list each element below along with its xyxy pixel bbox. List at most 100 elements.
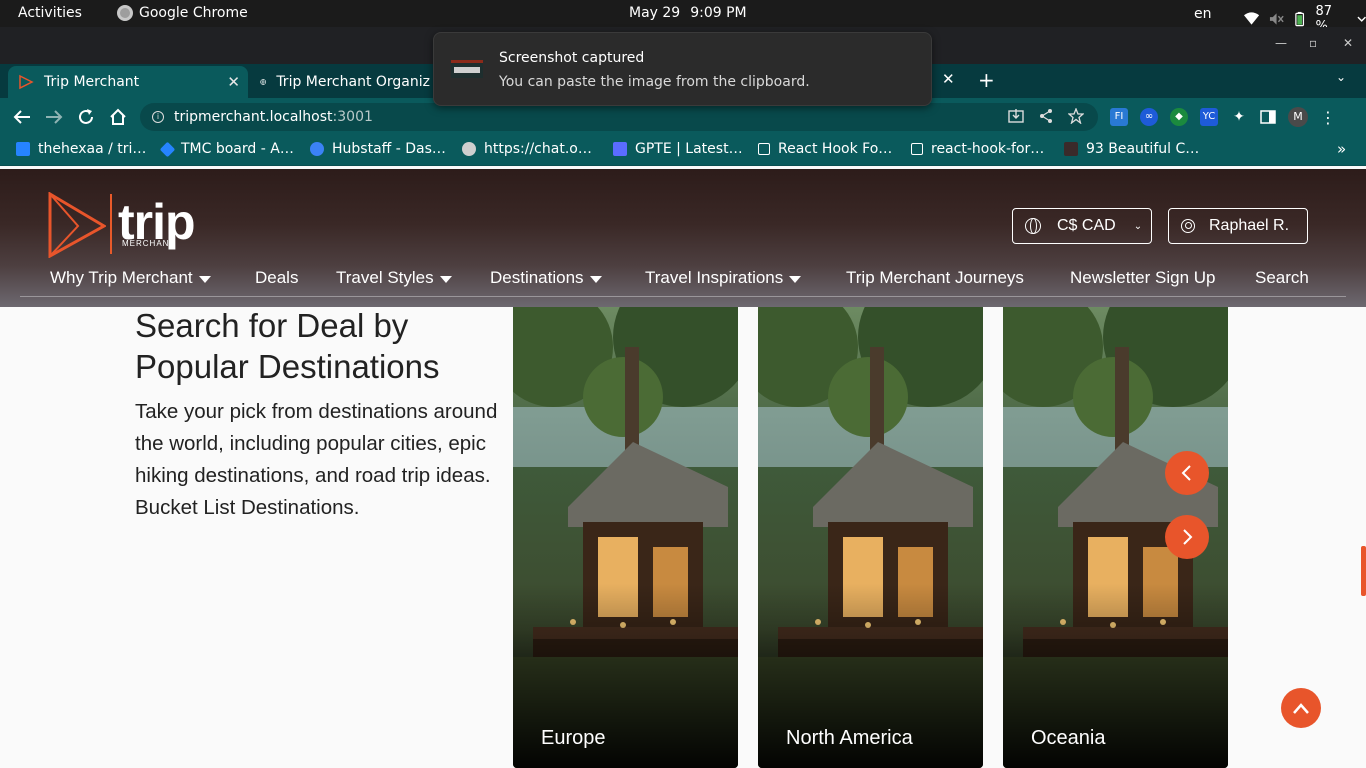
back-icon[interactable] <box>13 109 31 125</box>
close-tab-icon[interactable]: ✕ <box>227 73 240 91</box>
side-panel-icon[interactable] <box>1260 109 1276 125</box>
nav-deals[interactable]: Deals <box>255 268 298 288</box>
nav-label: Why Trip Merchant <box>50 268 193 287</box>
tab-title: Trip Merchant <box>44 74 140 90</box>
user-name: Raphael R. <box>1209 217 1290 234</box>
nav-travel-styles[interactable]: Travel Styles <box>336 268 452 288</box>
install-app-icon[interactable] <box>1008 108 1024 124</box>
maximize-icon[interactable]: ▫ <box>1309 36 1317 50</box>
app-name: Google Chrome <box>139 5 248 21</box>
profile-avatar[interactable]: M <box>1288 107 1308 127</box>
app-menu[interactable]: Google Chrome <box>117 5 248 21</box>
nav-why-trip-merchant[interactable]: Why Trip Merchant <box>50 268 211 288</box>
activities-button[interactable]: Activities <box>18 5 82 21</box>
bookmark-item[interactable]: https://chat.o… <box>462 141 592 157</box>
carousel-next-button[interactable] <box>1165 515 1209 559</box>
scroll-to-top-button[interactable] <box>1281 688 1321 728</box>
bookmark-label: TMC board - A… <box>181 141 294 157</box>
openai-icon <box>462 142 476 156</box>
nav-label: Newsletter Sign Up <box>1070 268 1216 287</box>
bookmark-label: GPTE | Latest… <box>635 141 743 157</box>
caret-down-icon <box>198 275 211 283</box>
user-menu-button[interactable]: Raphael R. <box>1168 208 1308 244</box>
reload-icon[interactable] <box>77 108 95 126</box>
chevron-up-icon <box>1293 703 1309 714</box>
bookmark-label: https://chat.o… <box>484 141 592 157</box>
address-bar[interactable]: i tripmerchant.localhost:3001 <box>140 103 1098 131</box>
volume-muted-icon <box>1270 13 1284 25</box>
bookmark-item[interactable]: GPTE | Latest… <box>613 141 743 157</box>
system-top-bar: Activities Google Chrome May 29 9:09 PM … <box>0 0 1366 34</box>
currency-selector[interactable]: C$ CAD ⌄ <box>1012 208 1152 244</box>
section-heading: Search for Deal by Popular Destinations <box>135 307 440 385</box>
caret-down-icon <box>589 275 602 283</box>
forward-icon[interactable] <box>45 109 63 125</box>
close-tab-icon[interactable]: ✕ <box>942 70 955 88</box>
new-tab-button[interactable]: + <box>978 68 995 92</box>
card-label: North America <box>786 727 913 749</box>
extension-shield-icon[interactable]: ◆ <box>1170 108 1188 126</box>
tab-trip-merchant-organiz[interactable]: Trip Merchant Organiz <box>250 66 440 98</box>
tab-search-chevron-icon[interactable]: ⌄ <box>1336 70 1346 84</box>
nav-trip-merchant-journeys[interactable]: Trip Merchant Journeys <box>846 268 1024 288</box>
extensions-puzzle-icon[interactable]: ✦ <box>1230 108 1248 126</box>
nav-label: Trip Merchant Journeys <box>846 268 1024 287</box>
chrome-menu-icon[interactable]: ⋮ <box>1320 108 1336 127</box>
bookmark-star-icon[interactable] <box>1068 108 1084 124</box>
section-description: Take your pick from destinations around … <box>135 400 498 519</box>
nav-label: Search <box>1255 268 1309 287</box>
bookmark-item[interactable]: thehexaa / tri… <box>16 141 146 157</box>
bookmark-item[interactable]: React Hook Fo… <box>758 141 892 157</box>
nav-newsletter-sign-up[interactable]: Newsletter Sign Up <box>1070 268 1216 288</box>
globe-icon <box>1025 218 1041 234</box>
hubstaff-icon <box>310 142 324 156</box>
notification-title: Screenshot captured <box>499 50 645 66</box>
bookmark-item[interactable]: TMC board - A… <box>159 141 294 157</box>
url-host: tripmerchant.localhost <box>174 109 333 125</box>
carousel-prev-button[interactable] <box>1165 451 1209 495</box>
bookmark-item[interactable]: react-hook-for… <box>911 141 1044 157</box>
nav-destinations[interactable]: Destinations <box>490 268 602 288</box>
logo-subtext: MERCHANT <box>122 239 176 248</box>
language-indicator[interactable]: en <box>1194 6 1212 22</box>
site-info-icon[interactable]: i <box>152 111 164 123</box>
trip-merchant-favicon-icon <box>19 74 34 90</box>
globe-icon <box>260 79 266 85</box>
nav-label: Travel Styles <box>336 268 434 287</box>
nav-search[interactable]: Search <box>1255 268 1309 288</box>
minimize-icon[interactable]: — <box>1275 36 1287 50</box>
page-icon <box>911 143 923 155</box>
more-bookmarks-icon[interactable]: » <box>1337 140 1346 158</box>
bookmark-item[interactable]: Hubstaff - Das… <box>310 141 446 157</box>
nav-label: Deals <box>255 268 299 287</box>
chevron-down-icon: ⌄ <box>1133 220 1143 232</box>
home-icon[interactable] <box>109 108 127 126</box>
close-window-icon[interactable]: ✕ <box>1343 36 1353 50</box>
gpte-icon <box>613 142 627 156</box>
logo-divider <box>110 194 112 254</box>
url-port: :3001 <box>332 109 373 125</box>
nav-travel-inspirations[interactable]: Travel Inspirations <box>645 268 802 288</box>
nav-label: Destinations <box>490 268 584 287</box>
site-icon <box>1064 142 1078 156</box>
bookmark-item[interactable]: 93 Beautiful C… <box>1064 141 1199 157</box>
extension-yc-icon[interactable]: YC <box>1200 108 1218 126</box>
page-icon <box>758 143 770 155</box>
bitbucket-icon <box>16 142 30 156</box>
extension-fi-icon[interactable]: FI <box>1110 108 1128 126</box>
screenshot-notification[interactable]: Screenshot captured You can paste the im… <box>433 32 932 106</box>
trip-merchant-logo[interactable]: trip MERCHANT <box>48 192 203 258</box>
destination-card-north-america[interactable]: North America <box>758 307 983 768</box>
page-scrollbar-thumb[interactable] <box>1361 546 1366 596</box>
nav-label: Travel Inspirations <box>645 268 784 287</box>
extension-infinity-icon[interactable]: ∞ <box>1140 108 1158 126</box>
tab-trip-merchant[interactable]: Trip Merchant ✕ <box>8 66 248 98</box>
share-icon[interactable] <box>1038 108 1054 124</box>
power-menu-icon <box>1357 16 1366 22</box>
destination-card-europe[interactable]: Europe <box>513 307 738 768</box>
clock[interactable]: May 29 9:09 PM <box>629 5 747 21</box>
bookmark-label: Hubstaff - Das… <box>332 141 446 157</box>
nav-underline <box>20 296 1346 297</box>
screenshot-thumbnail <box>451 60 483 78</box>
tab-title: Trip Merchant Organiz <box>276 74 430 90</box>
